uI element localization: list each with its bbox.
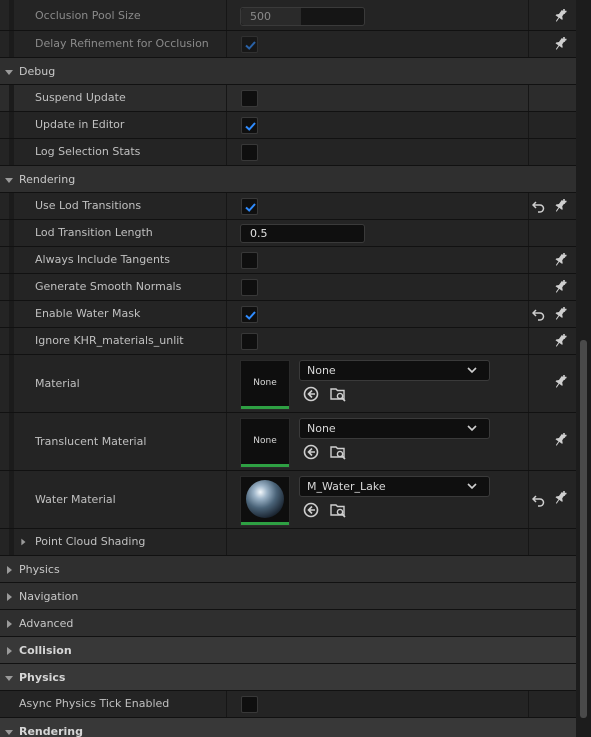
category-physics-2[interactable]: Physics: [0, 664, 576, 691]
expand-down-icon: [3, 66, 15, 78]
always-include-tangents-checkbox[interactable]: [241, 252, 258, 269]
property-label: Lod Transition Length: [35, 226, 153, 239]
property-label: Update in Editor: [35, 118, 125, 131]
expand-right-icon: [3, 591, 15, 603]
row-generate-smooth-normals: Generate Smooth Normals: [0, 274, 576, 301]
property-label: Generate Smooth Normals: [35, 280, 182, 293]
lod-transition-length-input[interactable]: 0.5: [240, 224, 365, 243]
expand-down-icon: [3, 672, 15, 684]
use-selected-icon[interactable]: [302, 443, 320, 461]
material-combo[interactable]: None: [299, 360, 490, 381]
property-label: Material: [35, 376, 80, 390]
reset-arrow-icon[interactable]: [532, 199, 546, 213]
category-collision[interactable]: Collision: [0, 637, 576, 664]
row-ignore-khr: Ignore KHR_materials_unlit: [0, 328, 576, 355]
category-physics[interactable]: Physics: [0, 556, 576, 583]
material-thumbnail[interactable]: None: [240, 360, 290, 410]
row-enable-water-mask: Enable Water Mask: [0, 301, 576, 328]
delay-refinement-checkbox[interactable]: [241, 36, 258, 53]
use-selected-icon[interactable]: [302, 501, 320, 519]
occlusion-pool-size-input[interactable]: 500: [240, 7, 365, 26]
reset-arrow-icon[interactable]: [532, 307, 546, 321]
expand-right-icon[interactable]: [18, 536, 28, 548]
property-label: Log Selection Stats: [35, 145, 141, 158]
browse-asset-icon[interactable]: [329, 443, 347, 461]
expand-down-icon: [3, 174, 15, 186]
material-sphere-icon: [246, 480, 284, 518]
async-physics-tick-checkbox[interactable]: [241, 696, 258, 713]
add-pin-icon[interactable]: [552, 432, 568, 448]
use-lod-transitions-checkbox[interactable]: [241, 198, 258, 215]
property-label: Enable Water Mask: [35, 307, 141, 320]
category-debug[interactable]: Debug: [0, 58, 576, 85]
add-pin-icon[interactable]: [552, 279, 568, 295]
chevron-down-icon: [467, 425, 477, 432]
row-use-lod-transitions: Use Lod Transitions: [0, 193, 576, 220]
ignore-khr-checkbox[interactable]: [241, 333, 258, 350]
row-update-in-editor: Update in Editor: [0, 112, 576, 139]
expand-right-icon: [3, 618, 15, 630]
category-advanced[interactable]: Advanced: [0, 610, 576, 637]
add-pin-icon[interactable]: [552, 333, 568, 349]
add-pin-icon[interactable]: [552, 490, 568, 506]
property-label: Occlusion Pool Size: [35, 9, 141, 22]
scrollbar-thumb[interactable]: [580, 340, 587, 718]
details-panel: Occlusion Pool Size 500 Delay Refinement…: [0, 0, 576, 737]
row-point-cloud-shading[interactable]: Point Cloud Shading: [0, 529, 576, 556]
water-material-thumbnail[interactable]: [240, 476, 290, 526]
property-label: Async Physics Tick Enabled: [19, 697, 170, 710]
enable-water-mask-checkbox[interactable]: [241, 306, 258, 323]
translucent-material-thumbnail[interactable]: None: [240, 418, 290, 468]
category-rendering-2[interactable]: Rendering: [0, 718, 576, 737]
property-label: Always Include Tangents: [35, 253, 170, 266]
check-icon: [243, 38, 258, 53]
row-translucent-material: Translucent Material None None: [0, 413, 576, 471]
expand-right-icon: [3, 645, 15, 657]
water-material-combo[interactable]: M_Water_Lake: [299, 476, 490, 497]
property-label: Point Cloud Shading: [35, 535, 146, 548]
row-always-include-tangents: Always Include Tangents: [0, 247, 576, 274]
log-selection-stats-checkbox[interactable]: [241, 144, 258, 161]
row-water-material: Water Material M_Water_Lake: [0, 471, 576, 529]
row-log-selection-stats: Log Selection Stats: [0, 139, 576, 166]
browse-asset-icon[interactable]: [329, 385, 347, 403]
add-pin-icon[interactable]: [552, 374, 568, 390]
use-selected-icon[interactable]: [302, 385, 320, 403]
expand-right-icon: [3, 564, 15, 576]
category-rendering[interactable]: Rendering: [0, 166, 576, 193]
property-label: Water Material: [35, 492, 116, 506]
add-pin-icon[interactable]: [552, 8, 568, 24]
add-pin-icon[interactable]: [552, 198, 568, 214]
property-label: Ignore KHR_materials_unlit: [35, 334, 184, 347]
row-delay-refinement: Delay Refinement for Occlusion: [0, 31, 576, 58]
browse-asset-icon[interactable]: [329, 501, 347, 519]
property-label: Suspend Update: [35, 91, 126, 104]
row-lod-transition-length: Lod Transition Length 0.5: [0, 220, 576, 247]
generate-smooth-normals-checkbox[interactable]: [241, 279, 258, 296]
row-occlusion-pool-size: Occlusion Pool Size 500: [0, 0, 576, 31]
property-label: Use Lod Transitions: [35, 199, 142, 212]
vertical-scrollbar[interactable]: [576, 0, 591, 737]
add-pin-icon[interactable]: [552, 252, 568, 268]
check-icon: [243, 119, 258, 134]
chevron-down-icon: [467, 483, 477, 490]
property-label: Delay Refinement for Occlusion: [35, 37, 209, 50]
suspend-update-checkbox[interactable]: [241, 90, 258, 107]
row-suspend-update: Suspend Update: [0, 85, 576, 112]
check-icon: [243, 200, 258, 215]
check-icon: [243, 308, 258, 323]
expand-down-icon: [3, 726, 15, 737]
add-pin-icon[interactable]: [552, 36, 568, 52]
row-material: Material None None: [0, 355, 576, 413]
translucent-material-combo[interactable]: None: [299, 418, 490, 439]
add-pin-icon[interactable]: [552, 306, 568, 322]
reset-arrow-icon[interactable]: [532, 493, 546, 507]
category-navigation[interactable]: Navigation: [0, 583, 576, 610]
row-async-physics-tick: Async Physics Tick Enabled: [0, 691, 576, 718]
property-label: Translucent Material: [35, 434, 147, 448]
chevron-down-icon: [467, 367, 477, 374]
update-in-editor-checkbox[interactable]: [241, 117, 258, 134]
